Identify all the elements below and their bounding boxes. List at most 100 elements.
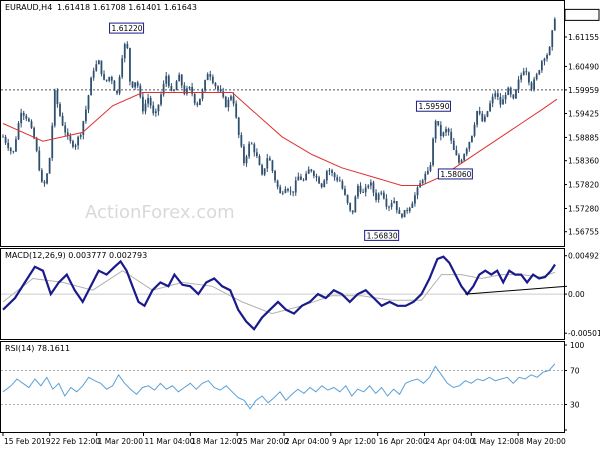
candle-body [61, 115, 64, 126]
price-y-label: 1.57820 [568, 181, 599, 190]
candle-body [53, 90, 56, 126]
candle-body [126, 44, 129, 48]
candle-body [349, 202, 352, 211]
candle-body [149, 98, 152, 106]
candle-body [110, 76, 113, 81]
x-tick-label: 11 Mar 04:00 [144, 437, 194, 446]
candle-body [499, 96, 502, 105]
candle-body [287, 188, 289, 191]
candle-body [118, 76, 121, 94]
candle-body [364, 187, 367, 193]
candle-body [465, 148, 468, 155]
rsi-title: RSI(14) 78.1611 [5, 344, 70, 353]
x-axis: 15 Feb 2019 22 Feb 12:001 Mar 20:00 11 Mar… [2, 432, 566, 446]
candle-body [346, 194, 349, 203]
candle-body [141, 96, 144, 112]
macd-y-label: 0.004921 [568, 252, 600, 261]
candle-body [525, 71, 528, 73]
candle-body [331, 170, 333, 174]
annotation-label: 1.58060 [440, 170, 471, 179]
candle-body [551, 30, 554, 47]
x-tick-label: 8 May 20:00 [519, 437, 566, 446]
candle-body [214, 83, 217, 87]
candle-body [38, 150, 41, 171]
candle-body [452, 140, 455, 150]
candle-body [46, 173, 48, 184]
candle-body [393, 201, 396, 204]
candle-body [227, 99, 230, 108]
candle-body [217, 86, 219, 90]
candle-body [414, 195, 416, 204]
candle-body [72, 141, 74, 147]
candle-body [263, 168, 266, 175]
candle-body [351, 210, 354, 213]
candle-body [15, 139, 17, 152]
price-y-label: 1.61155 [568, 33, 599, 42]
candle-body [463, 154, 466, 161]
candle-body [237, 117, 240, 135]
candle-body [28, 118, 30, 122]
candle-body [548, 46, 551, 55]
candle-body [494, 93, 497, 97]
candle-body [517, 79, 520, 90]
candle-body [455, 149, 458, 156]
candle-body [359, 185, 362, 193]
candle-body [515, 89, 517, 99]
candle-body [154, 111, 157, 114]
chart-canvas: ActionForex.com 1.616431.611551.604901.5… [0, 0, 600, 446]
candle-body [201, 90, 204, 99]
candle-body [367, 185, 370, 188]
candle-body [116, 90, 118, 94]
price-y-label: 1.59425 [568, 110, 599, 119]
candle-body [491, 96, 494, 104]
candle-body [4, 136, 7, 143]
candle-body [255, 152, 258, 157]
candle-body [261, 165, 263, 175]
candle-body [395, 201, 398, 211]
candle-body [167, 75, 170, 87]
candle-body [211, 76, 214, 84]
candle-body [268, 158, 271, 161]
candle-body [245, 156, 248, 164]
candle-body [85, 109, 87, 122]
candle-body [186, 88, 188, 94]
candle-body [380, 192, 383, 194]
candle-body [129, 47, 131, 82]
candle-body [139, 85, 142, 97]
candle-body [64, 125, 67, 133]
rsi-panel-frame [0, 341, 565, 433]
candle-body [533, 79, 535, 90]
macd-y-label: 0.00 [568, 290, 585, 299]
candle-body [439, 124, 442, 136]
candle-body [17, 123, 20, 140]
candle-body [198, 98, 201, 105]
candle-body [310, 169, 313, 172]
candle-body [48, 157, 51, 174]
last-price-box [564, 8, 600, 21]
rsi-y-label: 30 [570, 401, 580, 410]
candle-body [175, 81, 178, 91]
candle-body [486, 111, 489, 117]
candle-body [121, 58, 124, 77]
candle-body [341, 181, 344, 189]
candle-body [180, 74, 183, 86]
candle-body [281, 192, 284, 194]
macd-y-label: -0.005011 [568, 329, 600, 338]
candle-body [90, 77, 92, 96]
price-y-label: 1.58360 [568, 157, 599, 166]
candle-body [302, 179, 305, 181]
candle-body [483, 116, 486, 122]
candle-body [59, 104, 61, 116]
candle-body [279, 186, 282, 194]
candle-body [520, 74, 523, 80]
candle-body [25, 115, 28, 119]
candle-body [305, 173, 308, 181]
candle-body [56, 90, 59, 105]
candle-body [512, 94, 515, 99]
x-tick-label: 1 Mar 20:00 [98, 437, 144, 446]
price-y-label: 1.56755 [568, 228, 599, 237]
candle-body [540, 61, 543, 71]
candle-body [294, 180, 297, 193]
candle-body [338, 180, 341, 182]
candle-body [489, 103, 491, 112]
